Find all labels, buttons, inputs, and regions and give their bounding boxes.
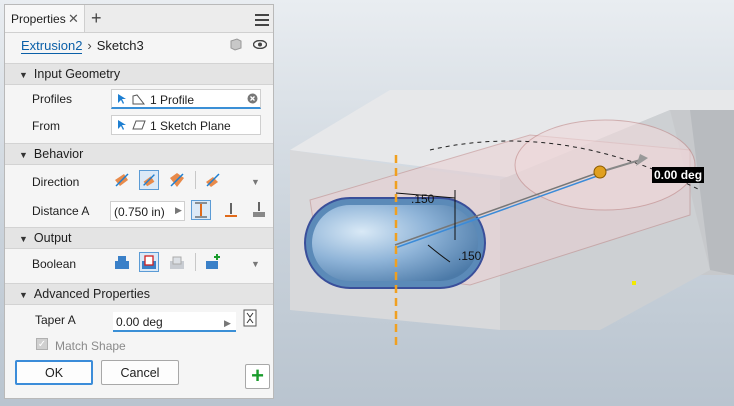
add-tab-icon[interactable]: +	[91, 8, 102, 29]
direction-flipped-button[interactable]	[139, 170, 159, 190]
boolean-label: Boolean	[32, 257, 77, 271]
taper-label: Taper A	[35, 313, 76, 327]
ok-button[interactable]: OK	[15, 360, 93, 385]
breadcrumb-feature-link[interactable]: Extrusion2	[21, 38, 83, 54]
direction-dropdown-icon[interactable]: ▼	[251, 177, 260, 187]
select-arrow-icon	[118, 120, 126, 130]
dimension-label-2[interactable]: .150	[458, 249, 481, 263]
extents-to-button[interactable]	[249, 200, 269, 220]
profiles-label: Profiles	[32, 92, 73, 106]
taper-input[interactable]: 0.00 deg	[113, 312, 236, 332]
collapse-triangle-icon: ▼	[19, 150, 28, 160]
profiles-selector[interactable]: 1 Profile	[111, 89, 261, 109]
tab-bar: Properties ✕ +	[5, 5, 273, 33]
boolean-dropdown-icon[interactable]: ▼	[251, 259, 260, 269]
boolean-join-button[interactable]	[112, 252, 132, 272]
section-advanced-properties[interactable]: ▼ Advanced Properties	[5, 283, 273, 305]
distance-menu-icon[interactable]: ▶	[175, 205, 182, 216]
collapse-triangle-icon: ▼	[19, 70, 28, 80]
from-value: 1 Sketch Plane	[150, 119, 231, 133]
cancel-button[interactable]: Cancel	[101, 360, 179, 385]
section-title: Output	[33, 231, 72, 245]
tab-title: Properties	[11, 12, 66, 26]
breadcrumb-sketch: Sketch3	[96, 38, 144, 53]
profiles-value: 1 Profile	[150, 93, 195, 107]
section-title: Input Geometry	[33, 67, 121, 81]
close-icon[interactable]: ✕	[68, 11, 79, 27]
section-title: Advanced Properties	[33, 287, 150, 301]
breadcrumb-separator: ›	[87, 38, 92, 53]
section-input-geometry[interactable]: ▼ Input Geometry	[5, 63, 273, 85]
extents-distance-button[interactable]	[191, 200, 211, 220]
taper-menu-icon[interactable]: ▶	[224, 318, 231, 329]
from-label: From	[32, 119, 60, 133]
boolean-new-solid-button[interactable]	[203, 252, 223, 272]
breadcrumb: Extrusion2 › Sketch3	[21, 38, 144, 54]
divider	[195, 253, 196, 271]
section-output[interactable]: ▼ Output	[5, 227, 273, 249]
direction-asymmetric-button[interactable]	[203, 170, 223, 190]
distance-label: Distance A	[32, 204, 90, 218]
select-arrow-icon	[118, 94, 126, 104]
boolean-intersect-button[interactable]	[167, 252, 187, 272]
extents-to-next-button[interactable]	[221, 200, 241, 220]
divider	[195, 171, 196, 189]
direction-label: Direction	[32, 175, 80, 189]
match-shape-checkbox[interactable]: ✓	[36, 338, 48, 350]
distance-input[interactable]: (0.750 in)	[110, 201, 185, 221]
cube-icon[interactable]	[229, 37, 243, 51]
tab-properties[interactable]: Properties ✕	[5, 5, 85, 32]
clear-icon[interactable]	[247, 93, 258, 104]
section-title: Behavior	[33, 147, 84, 161]
dimension-label-1[interactable]: .150	[411, 192, 434, 206]
section-behavior[interactable]: ▼ Behavior	[5, 143, 273, 165]
sketch-plane-icon	[132, 120, 146, 130]
from-selector[interactable]: 1 Sketch Plane	[111, 115, 261, 135]
boolean-cut-button[interactable]	[139, 252, 159, 272]
collapse-triangle-icon: ▼	[19, 290, 28, 300]
match-shape-label: Match Shape	[55, 339, 126, 353]
properties-panel: Properties ✕ + Extrusion2 › Sketch3 ▼ Input…	[4, 4, 274, 399]
apply-add-button[interactable]: +	[245, 364, 270, 389]
collapse-triangle-icon: ▼	[19, 234, 28, 244]
direction-default-button[interactable]	[112, 170, 132, 190]
flip-taper-icon[interactable]	[243, 309, 257, 327]
taper-angle-input[interactable]: 0.00 deg	[652, 167, 705, 183]
hamburger-menu-icon[interactable]	[255, 14, 269, 29]
eye-icon[interactable]	[253, 40, 267, 49]
direction-symmetric-button[interactable]	[167, 170, 187, 190]
profile-icon	[132, 94, 145, 105]
